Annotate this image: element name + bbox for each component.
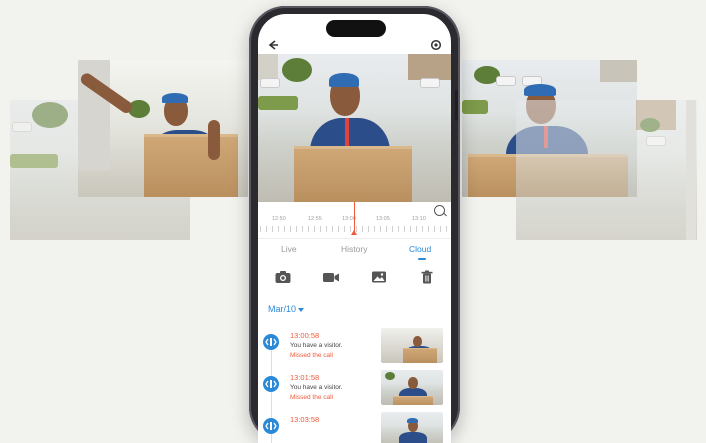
timeline-scrubber[interactable]: 12:50 12:55 13:00 13:05 13:10 <box>258 202 451 236</box>
tab-history[interactable]: History <box>341 244 367 254</box>
timeline-label: 13:05 <box>376 216 390 222</box>
date-label: Mar/10 <box>268 304 297 314</box>
live-camera-view[interactable] <box>258 54 451 202</box>
video-icon[interactable] <box>322 270 340 284</box>
event-message: You have a visitor. <box>290 384 343 391</box>
event-thumbnail[interactable] <box>381 370 443 405</box>
event-item[interactable]: 13:03:58 <box>258 412 451 443</box>
event-status: Missed the call <box>290 394 333 401</box>
top-bar <box>258 36 451 56</box>
app-screen: 12:50 12:55 13:00 13:05 13:10 Live Histo… <box>258 14 451 443</box>
chevron-down-icon <box>298 307 305 312</box>
active-tab-indicator <box>418 258 426 260</box>
dynamic-island <box>326 20 386 37</box>
camera-icon[interactable] <box>274 270 292 284</box>
event-thumbnail[interactable] <box>381 412 443 443</box>
timeline-label: 13:10 <box>412 216 426 222</box>
tab-live[interactable]: Live <box>281 244 297 254</box>
timeline-cursor[interactable] <box>351 202 357 235</box>
marketing-stage: 12:50 12:55 13:00 13:05 13:10 Live Histo… <box>0 0 706 443</box>
event-thumbnail[interactable] <box>381 328 443 363</box>
doorbell-event-icon <box>263 334 279 350</box>
action-toolbar <box>258 266 451 290</box>
event-time: 13:00:58 <box>290 331 320 340</box>
phone-side-button <box>455 90 458 120</box>
settings-icon[interactable] <box>429 38 443 52</box>
doorbell-event-icon <box>263 418 279 434</box>
event-status: Missed the call <box>290 352 333 359</box>
image-icon[interactable] <box>370 270 388 284</box>
timeline-label: 12:55 <box>308 216 322 222</box>
event-item[interactable]: 13:00:58 You have a visitor. Missed the … <box>258 328 451 388</box>
right-back-photo <box>516 100 697 240</box>
event-time: 13:01:58 <box>290 373 320 382</box>
zoom-icon[interactable] <box>434 205 445 216</box>
tab-cloud[interactable]: Cloud <box>409 244 431 254</box>
trash-icon[interactable] <box>418 270 436 284</box>
timeline-label: 12:50 <box>272 216 286 222</box>
event-time: 13:03:58 <box>290 415 320 424</box>
date-selector[interactable]: Mar/10 <box>268 304 305 314</box>
back-arrow-icon[interactable] <box>266 38 280 52</box>
view-tabs: Live History Cloud <box>258 238 451 263</box>
doorbell-event-icon <box>263 376 279 392</box>
event-item[interactable]: 13:01:58 You have a visitor. Missed the … <box>258 370 451 412</box>
event-message: You have a visitor. <box>290 342 343 349</box>
left-visitor-photo <box>78 60 248 197</box>
